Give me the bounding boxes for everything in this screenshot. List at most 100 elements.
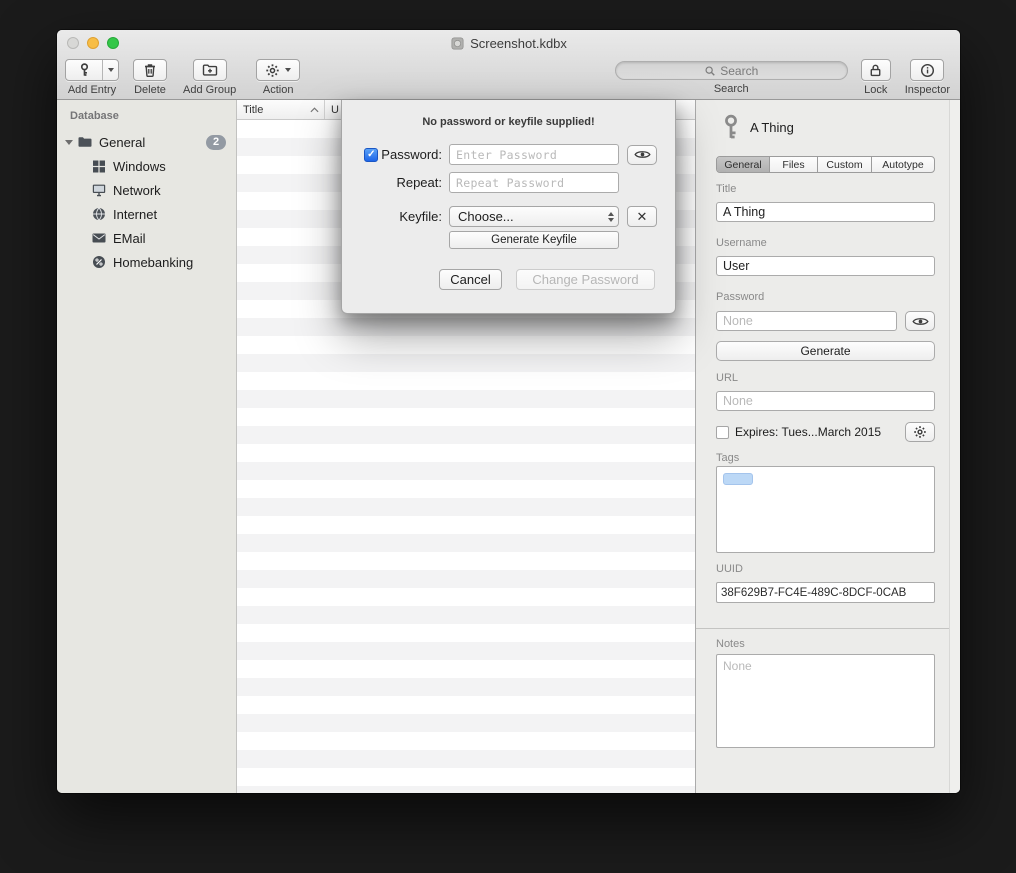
- search-input[interactable]: Search: [615, 61, 848, 80]
- delete-label: Delete: [134, 84, 166, 96]
- add-entry-label: Add Entry: [68, 84, 116, 96]
- folder-icon: [77, 134, 93, 150]
- sidebar-item-internet[interactable]: Internet: [57, 202, 236, 226]
- password-checkbox[interactable]: [364, 148, 378, 162]
- column-username-label: U: [331, 104, 339, 116]
- inspector-button[interactable]: [910, 59, 944, 81]
- tag-chip[interactable]: [723, 473, 753, 485]
- keyfile-popup-button[interactable]: Choose...: [449, 206, 619, 227]
- notes-field[interactable]: [716, 654, 935, 748]
- globe-icon: [91, 206, 107, 222]
- username-field[interactable]: [716, 256, 935, 276]
- notes-field-label: Notes: [716, 638, 935, 650]
- title-field-label: Title: [716, 183, 935, 195]
- delete-button[interactable]: [133, 59, 167, 81]
- app-window: Screenshot.kdbx Add Entry: [57, 30, 960, 793]
- sort-ascending-icon: [310, 107, 319, 113]
- inspector-scrollbar[interactable]: [949, 100, 960, 793]
- tab-custom[interactable]: Custom: [817, 157, 871, 172]
- tab-files[interactable]: Files: [769, 157, 817, 172]
- inspector-content: A Thing General Files Custom Autotype Ti…: [696, 100, 949, 793]
- clear-keyfile-button[interactable]: ✕: [627, 206, 657, 227]
- add-group-button[interactable]: [193, 59, 227, 81]
- url-field-label: URL: [716, 372, 935, 384]
- sheet-message: No password or keyfile supplied!: [342, 116, 675, 128]
- enter-password-field[interactable]: [449, 144, 619, 165]
- key-icon: [721, 113, 741, 141]
- sidebar-item-homebanking[interactable]: Homebanking: [57, 250, 236, 274]
- uuid-field[interactable]: [716, 582, 935, 603]
- change-password-button[interactable]: Change Password: [516, 269, 655, 290]
- add-entry-button[interactable]: [65, 59, 119, 81]
- sidebar-group-label: General: [99, 135, 206, 150]
- column-header-title[interactable]: Title: [237, 100, 325, 119]
- info-icon: [920, 63, 935, 78]
- eye-icon: [634, 149, 651, 160]
- generate-keyfile-label: Generate Keyfile: [491, 234, 577, 246]
- delete-toolbar-item: Delete: [133, 59, 167, 96]
- tab-general[interactable]: General: [717, 157, 769, 172]
- envelope-icon: [91, 230, 107, 246]
- cancel-label: Cancel: [450, 272, 490, 287]
- password-field[interactable]: [716, 311, 897, 331]
- tab-autotype[interactable]: Autotype: [871, 157, 934, 172]
- sidebar-group-general[interactable]: General 2: [57, 130, 236, 154]
- password-dialog-row: Password:: [364, 144, 675, 165]
- repeat-label: Repeat:: [396, 175, 442, 190]
- expires-settings-button[interactable]: [905, 422, 935, 442]
- sidebar-item-network[interactable]: Network: [57, 178, 236, 202]
- add-entry-dropdown[interactable]: [102, 60, 118, 80]
- toolbar: Add Entry Delete: [57, 56, 960, 100]
- inspector-tabs: General Files Custom Autotype: [716, 156, 935, 173]
- entry-count-badge: 2: [206, 135, 226, 150]
- repeat-password-field[interactable]: [449, 172, 619, 193]
- inspector-panel: A Thing General Files Custom Autotype Ti…: [695, 100, 960, 793]
- folder-plus-icon: [202, 62, 218, 78]
- title-field[interactable]: [716, 202, 935, 222]
- sidebar-header: Database: [70, 110, 236, 122]
- gear-icon: [265, 63, 280, 78]
- cancel-button[interactable]: Cancel: [439, 269, 502, 290]
- keyfile-popup-value: Choose...: [458, 209, 608, 224]
- titlebar[interactable]: Screenshot.kdbx: [57, 30, 960, 56]
- inspector-label: Inspector: [905, 84, 950, 96]
- keyfile-label: Keyfile:: [399, 209, 442, 224]
- password-field-label: Password: [716, 291, 935, 303]
- sidebar-item-label: EMail: [113, 231, 146, 246]
- x-icon: ✕: [637, 210, 648, 223]
- url-field[interactable]: [716, 391, 935, 411]
- sidebar-item-windows[interactable]: Windows: [57, 154, 236, 178]
- generate-keyfile-button[interactable]: Generate Keyfile: [449, 231, 619, 249]
- reveal-password-button[interactable]: [905, 311, 935, 331]
- add-entry-toolbar-item: Add Entry: [65, 59, 119, 96]
- eye-icon: [912, 316, 929, 327]
- lock-button[interactable]: [861, 59, 891, 81]
- inspector-toolbar-item: Inspector: [905, 59, 950, 96]
- chevron-down-icon: [108, 68, 114, 72]
- generate-password-button[interactable]: Generate: [716, 341, 935, 361]
- desktop-background: Screenshot.kdbx Add Entry: [0, 0, 1016, 873]
- search-icon: [704, 65, 716, 77]
- password-label: Password:: [381, 147, 442, 162]
- action-label: Action: [263, 84, 294, 96]
- add-group-label: Add Group: [183, 84, 236, 96]
- expires-checkbox[interactable]: [716, 426, 729, 439]
- sidebar-item-label: Windows: [113, 159, 166, 174]
- chevron-down-icon: [285, 68, 291, 72]
- network-icon: [91, 182, 107, 198]
- sidebar-item-email[interactable]: EMail: [57, 226, 236, 250]
- expires-label: Expires: Tues...March 2015: [735, 425, 899, 439]
- window-title: Screenshot.kdbx: [470, 36, 567, 51]
- lock-label: Lock: [864, 84, 887, 96]
- lock-toolbar-item: Lock: [861, 59, 891, 96]
- gear-icon: [913, 425, 927, 439]
- window-chrome: Screenshot.kdbx Add Entry: [57, 30, 960, 100]
- document-icon: [450, 36, 465, 51]
- reveal-password-button[interactable]: [627, 145, 657, 165]
- action-button[interactable]: [256, 59, 300, 81]
- change-password-sheet: No password or keyfile supplied! Passwor…: [341, 100, 676, 314]
- windows-icon: [91, 158, 107, 174]
- window-title-area: Screenshot.kdbx: [57, 30, 960, 56]
- disclosure-triangle-icon[interactable]: [65, 140, 73, 145]
- tags-box[interactable]: [716, 466, 935, 553]
